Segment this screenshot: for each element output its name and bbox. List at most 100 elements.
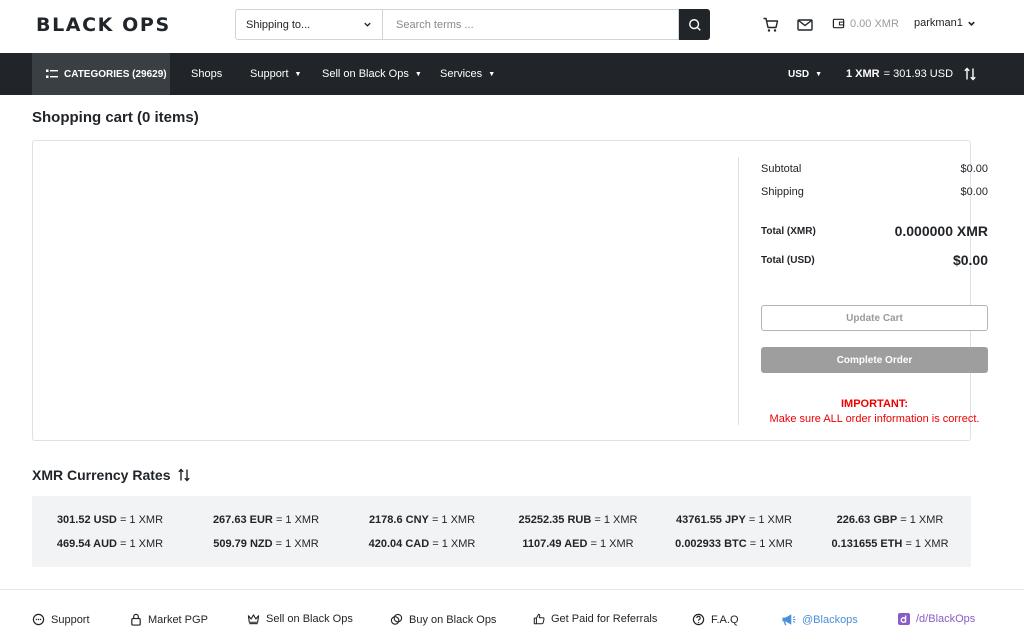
chevron-down-icon: [968, 21, 975, 26]
footer-link-label: Support: [51, 613, 90, 626]
footer-faq-link[interactable]: F.A.Q: [692, 613, 739, 626]
rate-eth: 0.131655 ETH = 1 XMR: [812, 538, 968, 550]
xmr-rate-value: = 301.93 USD: [883, 68, 954, 80]
nav-shops[interactable]: Shops: [191, 53, 222, 95]
refresh-icon[interactable]: [963, 67, 977, 81]
lock-icon: [131, 613, 141, 626]
total-usd-row: Total (USD) $0.00: [761, 252, 988, 268]
rate-amount: 2178.6 CNY: [368, 514, 429, 526]
rate-amount: 301.52 USD: [56, 514, 117, 526]
footer-dread-link[interactable]: /d/BlackOps: [898, 613, 975, 625]
update-cart-button[interactable]: Update Cart: [761, 305, 988, 331]
rate-jpy: 43761.55 JPY = 1 XMR: [656, 514, 812, 526]
rate-amount: 1107.49 AED: [522, 538, 588, 550]
footer-buy-link[interactable]: Buy on Black Ops: [390, 613, 496, 626]
user-menu[interactable]: parkman1: [914, 17, 976, 29]
rate-cad: 420.04 CAD = 1 XMR: [344, 538, 500, 550]
refresh-icon[interactable]: [177, 468, 191, 482]
currency-select[interactable]: USD ▼: [788, 53, 822, 95]
rate-gbp: 226.63 GBP = 1 XMR: [812, 514, 968, 526]
rate-suffix: = 1 XMR: [120, 538, 164, 550]
rate-amount: 267.63 EUR: [212, 514, 273, 526]
subtotal-value: $0.00: [960, 163, 988, 175]
footer-link-label: Buy on Black Ops: [409, 613, 497, 626]
categories-button[interactable]: CATEGORIES (29629): [32, 53, 170, 95]
wallet-balance[interactable]: 0.00 XMR: [832, 17, 899, 30]
rate-aud: 469.54 AUD = 1 XMR: [32, 538, 188, 550]
nav-services[interactable]: Services ▼: [440, 53, 495, 95]
footer-referrals-link[interactable]: Get Paid for Referrals: [533, 613, 657, 625]
coins-icon: [390, 613, 403, 625]
wallet-balance-value: 0.00 XMR: [850, 17, 899, 30]
total-xmr-row: Total (XMR) 0.000000 XMR: [761, 223, 988, 239]
question-icon: [692, 613, 705, 626]
complete-order-button[interactable]: Complete Order: [761, 347, 988, 373]
shipping-select-label: Shipping to...: [246, 18, 311, 31]
site-logo[interactable]: BLACK OPS: [36, 14, 171, 36]
rate-nzd: 509.79 NZD = 1 XMR: [188, 538, 344, 550]
footer-support-link[interactable]: Support: [32, 613, 90, 626]
crown-icon: [247, 614, 260, 625]
footer-link-label: F.A.Q: [711, 613, 739, 626]
rate-rub: 25252.35 RUB = 1 XMR: [500, 514, 656, 526]
important-text: Make sure ALL order information is corre…: [769, 413, 980, 425]
list-icon: [46, 69, 58, 78]
envelope-icon: [797, 19, 813, 31]
rate-suffix: = 1 XMR: [748, 514, 792, 526]
rate-suffix: = 1 XMR: [749, 538, 793, 550]
rate-amount: 25252.35 RUB: [518, 514, 592, 526]
order-summary: Subtotal $0.00 Shipping $0.00 Total (XMR…: [738, 157, 988, 425]
rate-suffix: = 1 XMR: [275, 514, 320, 526]
top-header: BLACK OPS Shipping to... 0.00 XMR parkma…: [0, 0, 1024, 53]
footer-link-label: @Blackops: [802, 613, 858, 626]
thumbs-up-icon: [533, 613, 545, 625]
rate-amount: 0.002933 BTC: [675, 538, 747, 550]
search-input[interactable]: [383, 9, 679, 40]
total-xmr-label: Total (XMR): [761, 225, 816, 237]
footer-link-label: /d/BlackOps: [916, 613, 976, 625]
dread-icon: [898, 613, 910, 625]
search-button[interactable]: [679, 9, 710, 40]
rate-eur: 267.63 EUR = 1 XMR: [188, 514, 344, 526]
nav-support[interactable]: Support ▼: [250, 53, 301, 95]
wallet-icon: [832, 18, 845, 29]
nav-sell[interactable]: Sell on Black Ops ▼: [322, 53, 422, 95]
footer-divider: [0, 589, 1024, 590]
cart-icon: [763, 17, 779, 32]
categories-label: CATEGORIES (29629): [64, 68, 167, 80]
messages-link[interactable]: [796, 16, 814, 34]
shipping-row: Shipping $0.00: [761, 186, 988, 198]
rate-cny: 2178.6 CNY = 1 XMR: [344, 514, 500, 526]
subtotal-label: Subtotal: [761, 163, 802, 175]
nav-services-label: Services: [440, 68, 483, 80]
rate-amount: 420.04 CAD: [368, 538, 430, 550]
shipping-select[interactable]: Shipping to...: [235, 9, 383, 40]
rate-aed: 1107.49 AED = 1 XMR: [500, 538, 656, 550]
rate-amount: 226.63 GBP: [836, 514, 898, 526]
footer-pgp-link[interactable]: Market PGP: [130, 613, 208, 626]
rate-amount: 43761.55 JPY: [676, 514, 746, 526]
search-bar: Shipping to...: [235, 9, 710, 40]
rate-suffix: = 1 XMR: [900, 514, 944, 526]
nav-support-label: Support: [250, 68, 289, 80]
footer-sell-link[interactable]: Sell on Black Ops: [247, 613, 353, 625]
rate-suffix: = 1 XMR: [590, 538, 634, 550]
rate-btc: 0.002933 BTC = 1 XMR: [656, 538, 812, 550]
main-navbar: CATEGORIES (29629) Shops Support ▼ Sell o…: [0, 53, 1024, 95]
rates-title-label: XMR Currency Rates: [32, 467, 171, 483]
rate-usd: 301.52 USD = 1 XMR: [32, 514, 188, 526]
megaphone-icon: [782, 614, 796, 626]
total-usd-label: Total (USD): [761, 254, 815, 266]
xmr-rate: 1 XMR = 301.93 USD: [846, 53, 977, 95]
username: parkman1: [914, 17, 963, 29]
cart-link[interactable]: [762, 16, 780, 34]
subtotal-row: Subtotal $0.00: [761, 163, 988, 175]
chevron-down-icon: [364, 22, 371, 27]
chevron-down-icon: ▼: [815, 70, 823, 78]
total-usd-value: $0.00: [952, 252, 988, 268]
rates-box: 301.52 USD = 1 XMR 267.63 EUR = 1 XMR 21…: [32, 496, 971, 567]
search-icon: [688, 18, 701, 31]
footer-twitter-link[interactable]: @Blackops: [781, 613, 858, 626]
chat-icon: [32, 613, 45, 626]
page-title: Shopping cart (0 items): [32, 109, 199, 126]
